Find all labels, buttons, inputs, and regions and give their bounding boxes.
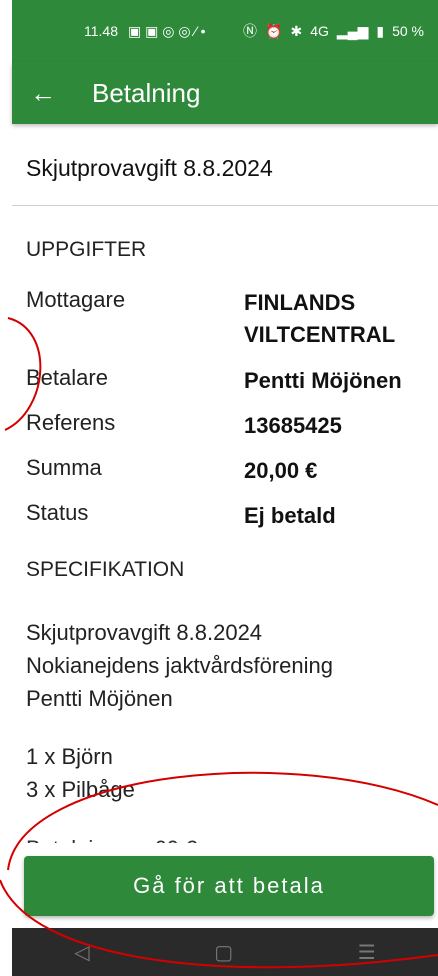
nav-back-icon[interactable]: ◁ [74,940,89,965]
spec-text-block: Skjutprovavgift 8.8.2024 Nokianejdens ja… [26,620,333,711]
battery-icon: ▮ [376,22,385,39]
system-nav-bar: ◁ ▢ ☰ [12,928,438,976]
pay-button[interactable]: Gå för att betala [24,856,434,916]
annotation-circle-left [0,317,438,969]
app-bar: ← Betalning [12,62,438,124]
network-type: 4G [310,23,329,39]
section-spec-label: SPECIFIKATION [26,558,185,581]
detail-value: FINLANDS VILTCENTRAL [244,290,396,347]
detail-label: Referens [26,410,116,435]
detail-value: 20,00 € [244,458,318,483]
page-title: Betalning [92,77,201,108]
detail-value: Ej betald [244,503,336,528]
notification-icons: ▣ ▣ ◎ ◎ ⁄ • [128,22,206,39]
spec-items-block: 1 x Björn 3 x Pilbåge [26,744,135,802]
detail-value: 13685425 [244,413,342,438]
alarm-icon: ⏰ [265,22,283,39]
nav-recents-icon[interactable]: ☰ [358,940,376,965]
status-bar: 11.48 ▣ ▣ ◎ ◎ ⁄ • Ⓝ ⏰ ✱ 4G ▂▄▆ ▮ 50 % [12,0,438,62]
detail-label: Status [26,500,89,525]
detail-label: Summa [26,455,102,480]
signal-icon: ▂▄▆ [336,22,369,39]
detail-value: Pentti Möjönen [244,368,402,393]
battery-level: 50 % [392,23,424,39]
payment-title: Skjutprovavgift 8.8.2024 [26,155,273,181]
bluetooth-icon: ✱ [290,22,303,39]
detail-label: Mottagare [26,287,126,312]
status-time: 11.48 [84,23,118,39]
nav-home-icon[interactable]: ▢ [214,940,233,965]
section-details-label: UPPGIFTER [26,238,147,261]
nfc-icon: Ⓝ [243,23,258,39]
arrow-left-icon[interactable]: ← [30,80,78,106]
divider [12,205,438,206]
detail-label: Betalare [26,365,108,390]
